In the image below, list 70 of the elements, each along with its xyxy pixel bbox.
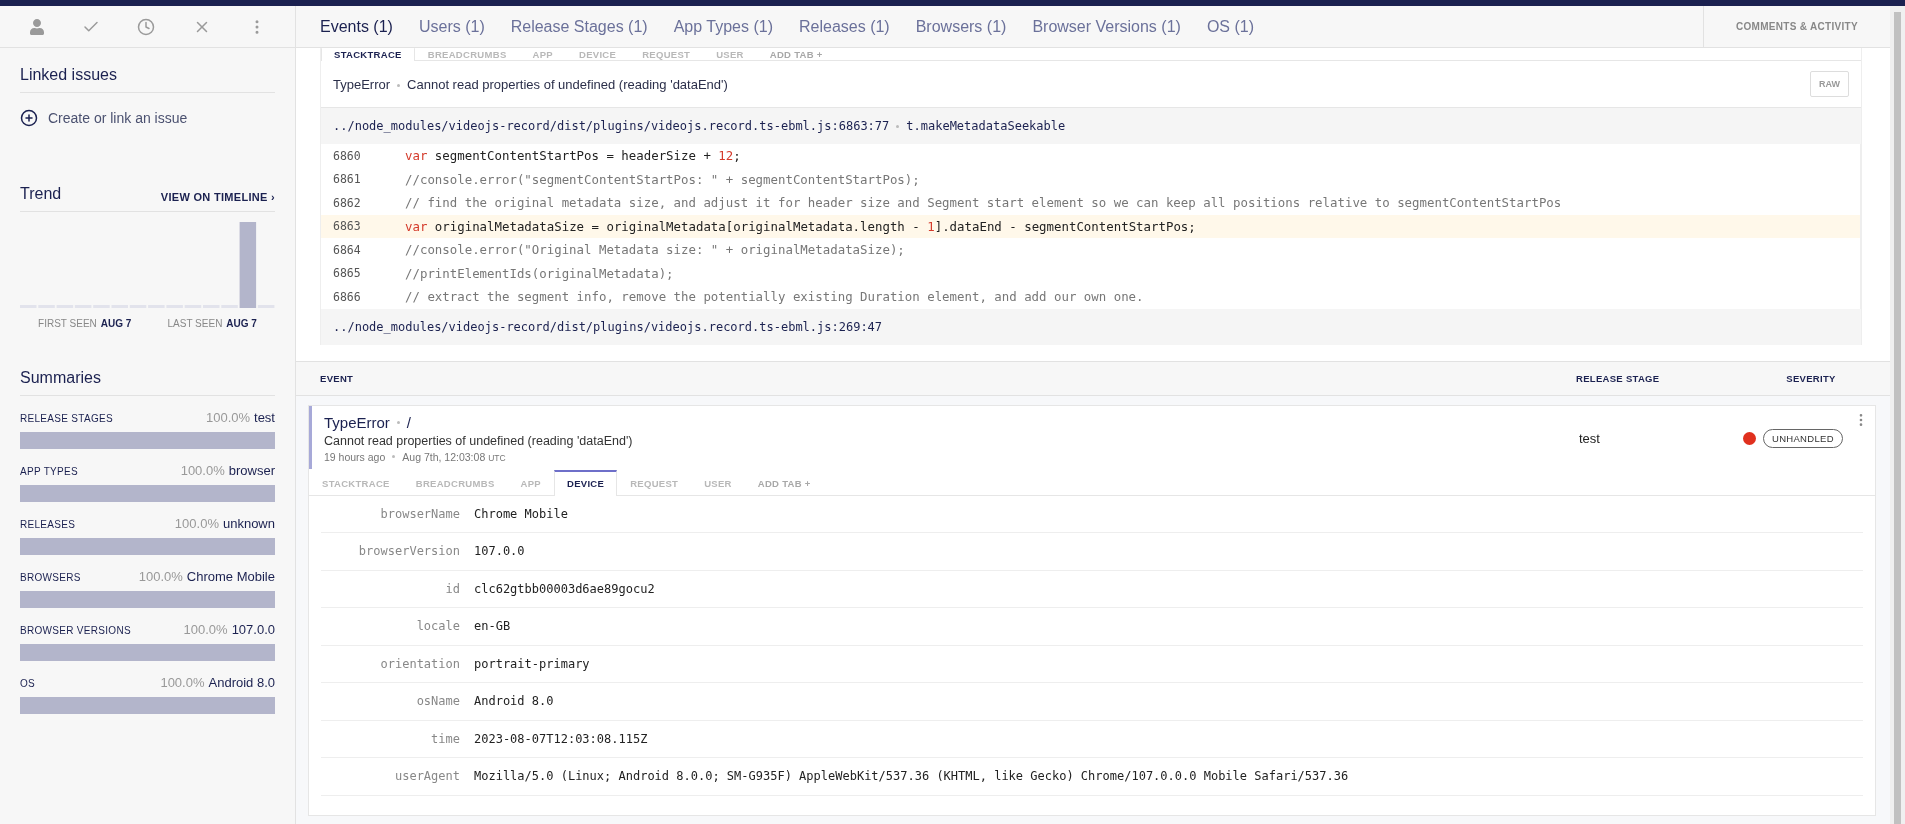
device-key: userAgent	[321, 769, 460, 784]
device-key: browserVersion	[321, 544, 460, 559]
clock-icon[interactable]	[137, 17, 156, 36]
column-header: SEVERITY	[1785, 372, 1837, 384]
summary-label: APP TYPES	[20, 466, 78, 477]
summary-label: RELEASE STAGES	[20, 413, 113, 424]
device-value: en-GB	[474, 619, 511, 634]
raw-button[interactable]: RAW	[1810, 71, 1849, 97]
device-value: portrait-primary	[474, 656, 590, 671]
summary-label: OS	[20, 678, 36, 689]
frame-file[interactable]: ../node_modules/videojs-record/dist/plugins/videojs.record.ts-ebml.js:6863:77	[333, 119, 890, 133]
tab[interactable]: Browser Versions (1)	[1032, 17, 1181, 36]
tab[interactable]: DEVICE	[553, 469, 618, 496]
column-header: EVENT	[320, 372, 355, 384]
device-value: Chrome Mobile	[474, 506, 568, 521]
summary-value: 100.0% Android 8.0	[160, 675, 275, 690]
device-value: 2023-08-07T12:03:08.115Z	[474, 731, 648, 746]
tab[interactable]: Events (1)	[320, 17, 393, 36]
error-message: Cannot read properties of undefined (reading 'dataEnd')	[407, 76, 728, 92]
summary-value: 100.0% 107.0.0	[183, 622, 275, 637]
summary-label: RELEASES	[20, 519, 76, 530]
separator-dot	[396, 420, 400, 424]
event-message: Cannot read properties of undefined (reading 'dataEnd')	[324, 433, 634, 448]
timeline-link[interactable]: VIEW ON TIMELINE ›	[160, 191, 275, 203]
device-value: clc62gtbb00003d6ae89gocu2	[474, 581, 655, 596]
tab[interactable]: Users (1)	[418, 17, 485, 36]
device-key: browserName	[321, 506, 460, 521]
event-time: Aug 7th, 12:03:08 UTC	[402, 450, 506, 463]
create-issue-link[interactable]: Create or link an issue	[20, 93, 275, 167]
tab[interactable]: Releases (1)	[799, 17, 890, 36]
frame-file[interactable]: ../node_modules/videojs-record/dist/plugins/videojs.record.ts-ebml.js:269:47	[333, 319, 883, 334]
summary-value: 100.0% unknown	[174, 516, 275, 531]
separator-dot	[392, 455, 396, 458]
separator-dot	[896, 125, 900, 128]
section-title: Summaries	[20, 369, 101, 387]
add-tab[interactable]: ADD TAB +	[744, 469, 824, 496]
device-key: osName	[321, 694, 460, 709]
user-icon[interactable]	[28, 18, 45, 35]
tab[interactable]: Browsers (1)	[915, 17, 1007, 36]
summary-value: 100.0% test	[205, 410, 275, 425]
device-value: 107.0.0	[474, 544, 525, 559]
first-seen: FIRST SEEN AUG 7	[38, 318, 132, 329]
device-key: locale	[321, 619, 460, 634]
last-seen: LAST SEEN AUG 7	[167, 318, 257, 329]
device-key: time	[321, 731, 460, 746]
plus-icon	[20, 109, 38, 127]
error-class: TypeError	[333, 76, 391, 92]
section-title: Trend	[20, 185, 62, 203]
device-key: id	[321, 581, 460, 596]
event-title: TypeError	[324, 413, 390, 431]
add-tab[interactable]: ADD TAB +	[756, 48, 836, 61]
device-key: orientation	[321, 656, 460, 671]
tab[interactable]: OS (1)	[1206, 17, 1254, 36]
event-context: /	[406, 413, 412, 431]
release-stage: test	[1579, 430, 1601, 446]
device-value: Android 8.0	[474, 694, 554, 709]
tab[interactable]: App Types (1)	[673, 17, 773, 36]
summary-value: 100.0% Chrome Mobile	[138, 569, 275, 584]
column-header: RELEASE STAGE	[1576, 372, 1661, 384]
separator-dot	[397, 83, 401, 87]
event-age: 19 hours ago	[324, 450, 386, 463]
severity-dot	[1743, 431, 1756, 445]
summary-label: BROWSER VERSIONS	[20, 625, 131, 636]
summary-label: BROWSERS	[20, 572, 81, 583]
summary-value: 100.0% browser	[180, 463, 275, 478]
device-value: Mozilla/5.0 (Linux; Android 8.0.0; SM-G935F) AppleWebKit/537.36 (KHTML, like Gecko) Chrome/107.0.0.0 Mobile Safari/537.36	[474, 769, 1349, 784]
section-title: Linked issues	[20, 66, 117, 84]
tab[interactable]: Release Stages (1)	[510, 17, 648, 36]
tab[interactable]: STACKTRACE	[321, 48, 415, 61]
frame-method: t.makeMetadataSeekable	[906, 119, 1066, 133]
